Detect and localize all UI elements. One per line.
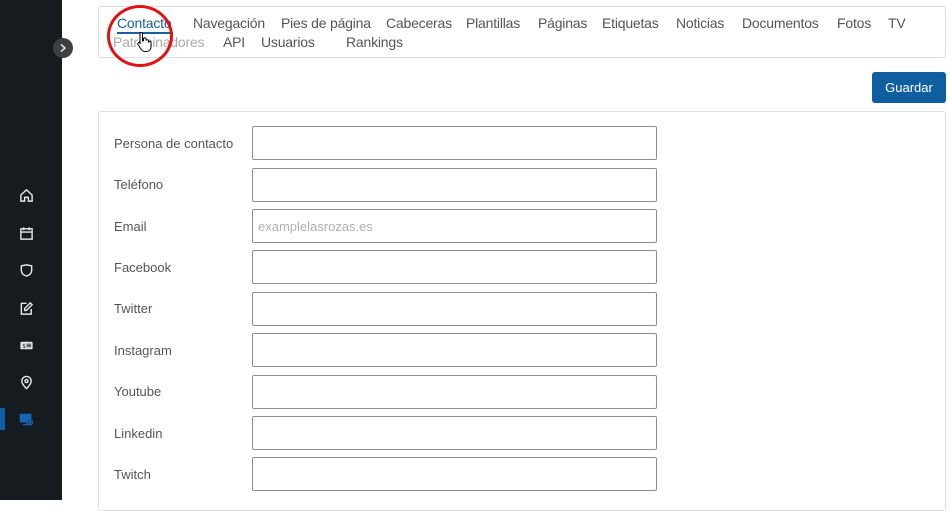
sidebar-item-calendar[interactable] [0, 220, 62, 246]
sidebar: $ [0, 0, 62, 500]
ticket-icon: $ [19, 341, 33, 349]
field-label-linkedin: Linkedin [114, 426, 163, 441]
tab-etiquetas[interactable]: Etiquetas [602, 15, 659, 31]
location-pin-icon [20, 375, 32, 390]
field-label-twitch: Twitch [114, 467, 151, 482]
email-input[interactable] [252, 209, 657, 243]
contact-person-input[interactable] [252, 126, 657, 160]
sidebar-item-edit[interactable] [0, 295, 62, 321]
tab-api[interactable]: API [223, 34, 245, 50]
field-label-youtube: Youtube [114, 384, 162, 399]
tab-tv[interactable]: TV [888, 15, 906, 31]
instagram-input[interactable] [252, 333, 657, 367]
field-label-facebook: Facebook [114, 260, 172, 275]
field-label-instagram: Instagram [114, 343, 172, 358]
tab-usuarios[interactable]: Usuarios [261, 34, 315, 50]
phone-input[interactable] [252, 168, 657, 202]
tab-documentos[interactable]: Documentos [742, 15, 819, 31]
active-indicator [0, 408, 5, 430]
tab-contacto[interactable]: Contacto [117, 15, 174, 34]
sidebar-item-home[interactable] [0, 182, 62, 208]
calendar-icon [19, 226, 33, 240]
edit-icon [20, 301, 33, 315]
tab-noticias[interactable]: Noticias [676, 15, 724, 31]
chevron-right-icon [60, 43, 67, 53]
tab-paginas[interactable]: Páginas [538, 15, 587, 31]
sidebar-item-shield[interactable] [0, 257, 62, 283]
sidebar-item-ticket[interactable]: $ [0, 332, 62, 358]
linkedin-input[interactable] [252, 416, 657, 450]
home-icon [19, 188, 33, 202]
twitch-input[interactable] [252, 457, 657, 491]
field-label-twitter: Twitter [114, 301, 153, 316]
svg-text:$: $ [22, 342, 26, 349]
shield-icon [20, 263, 32, 277]
tab-fotos[interactable]: Fotos [837, 15, 871, 31]
sidebar-item-web-settings[interactable] [0, 406, 62, 432]
field-label-email: Email [114, 219, 147, 234]
tab-plantillas[interactable]: Plantillas [466, 15, 520, 31]
youtube-input[interactable] [252, 375, 657, 409]
tab-patrocinadores[interactable]: Patrocinadores [113, 34, 205, 50]
sidebar-toggle-button[interactable] [53, 38, 73, 58]
tab-rankings[interactable]: Rankings [346, 34, 403, 50]
tab-cabeceras[interactable]: Cabeceras [386, 15, 452, 31]
field-label-phone: Teléfono [114, 177, 164, 192]
hand-cursor-icon [137, 31, 152, 52]
tab-pies-de-pagina[interactable]: Pies de página [281, 15, 371, 31]
tab-navegacion[interactable]: Navegación [193, 15, 265, 31]
tabs-bar [98, 6, 946, 58]
twitter-input[interactable] [252, 292, 657, 326]
save-button[interactable]: Guardar [872, 72, 946, 103]
sidebar-item-location[interactable] [0, 369, 62, 395]
monitor-settings-icon [19, 413, 33, 426]
field-label-contact-person: Persona de contacto [114, 136, 234, 151]
facebook-input[interactable] [252, 250, 657, 284]
